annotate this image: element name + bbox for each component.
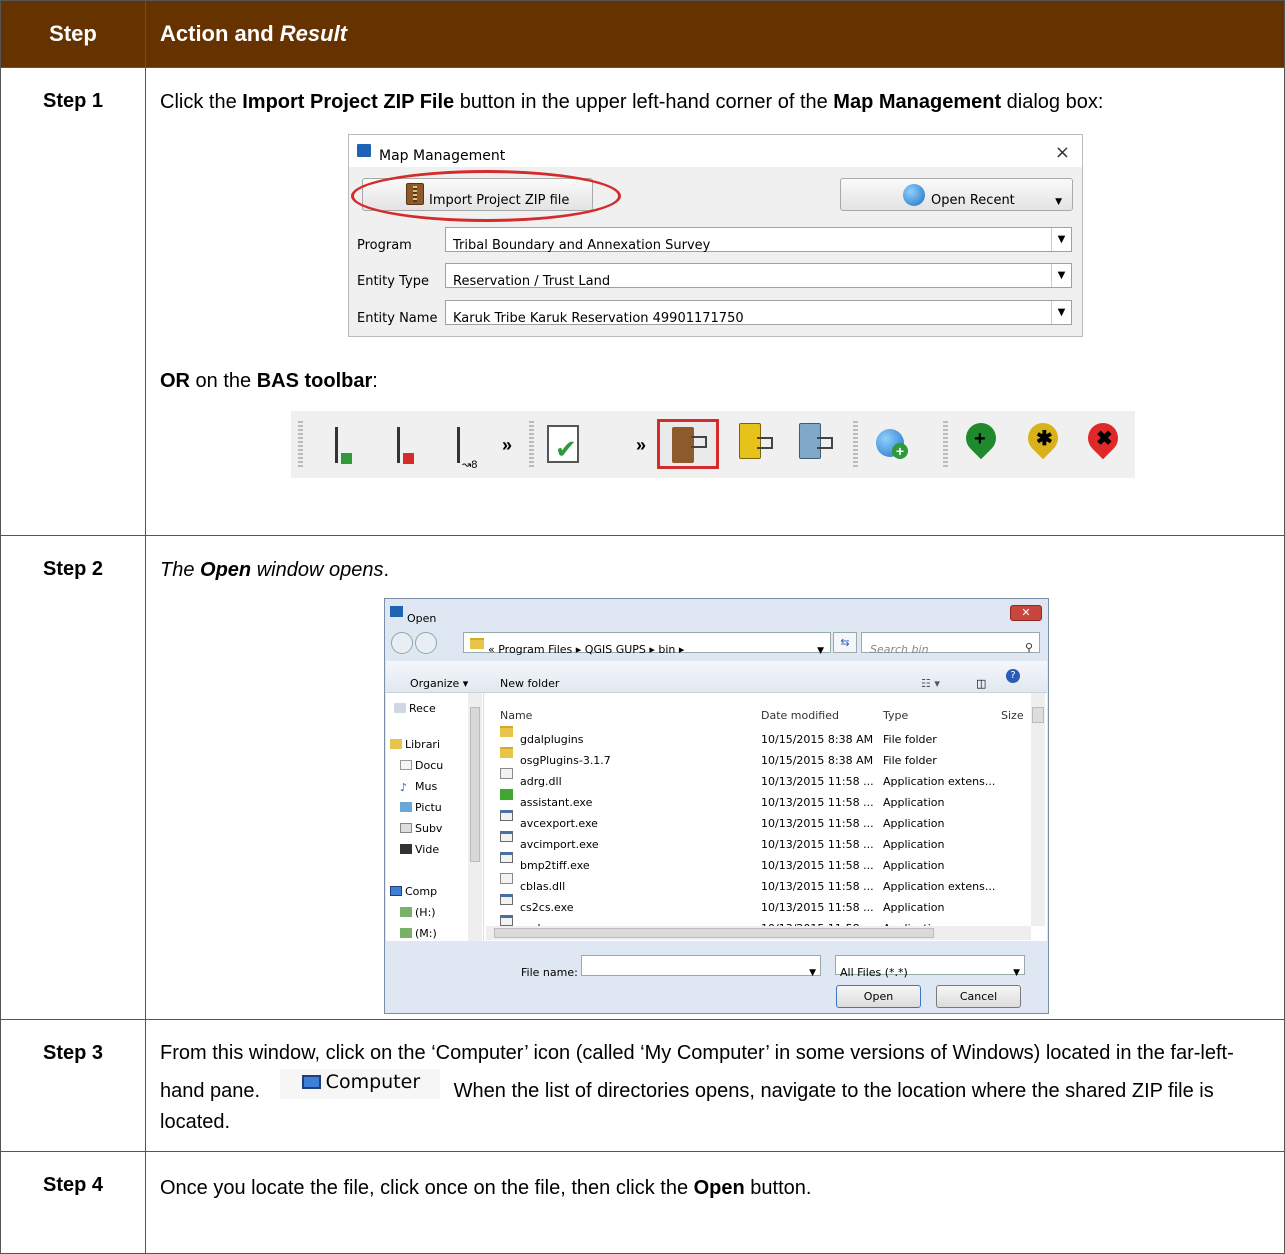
navigation-pane: Rece Librari Docu ♪ Mus Pictu Subv Vide C… <box>386 693 484 941</box>
step-2-content: The Open window opens. Open ✕ « Program … <box>145 535 1285 1020</box>
entity-type-select[interactable]: Reservation / Trust Land ▼ <box>445 263 1072 289</box>
globe-icon <box>903 184 925 206</box>
validate-check-icon[interactable]: ✔ <box>547 425 579 463</box>
step-4-row: Step 4 Once you locate the file, click o… <box>0 1151 1285 1254</box>
toolbar-grip[interactable] <box>943 421 948 467</box>
program-select[interactable]: Tribal Boundary and Annexation Survey ▼ <box>445 227 1072 253</box>
file-row[interactable]: adrg.dll 10/13/2015 11:58 ... Application … <box>500 765 1030 788</box>
step-1-content: Click the Import Project ZIP File button… <box>145 67 1285 536</box>
open-recent-button[interactable]: Open Recent ▼ <box>840 178 1073 211</box>
gups-app-icon <box>390 606 403 617</box>
refresh-icon[interactable]: ⇆ <box>833 632 857 653</box>
program-label: Program <box>357 238 412 253</box>
import-zip-toolbar-icon[interactable] <box>657 419 719 469</box>
file-row[interactable]: cblas.dll 10/13/2015 11:58 ... Application… <box>500 870 1030 893</box>
file-row[interactable]: cs2cs.exe 10/13/2015 11:58 ... Application <box>500 891 1030 914</box>
folder-file-icon <box>500 726 513 737</box>
or-toolbar-text: OR on the BAS toolbar: <box>160 370 378 392</box>
file-list-hscrollbar[interactable] <box>486 926 1031 940</box>
step-4-label: Step 4 <box>0 1151 146 1254</box>
exe-file-icon <box>500 852 513 863</box>
dll-file-icon <box>500 873 513 884</box>
close-icon[interactable]: × <box>1055 139 1070 167</box>
header-action: Action and Result <box>145 0 1285 68</box>
forward-arrow-icon[interactable] <box>415 632 437 654</box>
step-4-content: Once you locate the file, click once on … <box>145 1151 1285 1254</box>
chevron-down-icon: ▼ <box>809 968 816 978</box>
step-3-content: From this window, click on the ‘Computer… <box>145 1019 1285 1152</box>
back-arrow-icon[interactable] <box>391 632 413 654</box>
file-pane: Rece Librari Docu ♪ Mus Pictu Subv Vide C… <box>386 693 1047 941</box>
entity-name-label: Entity Name <box>357 311 438 326</box>
dialog-title: Map Management <box>379 148 506 164</box>
overflow-chevron-icon[interactable]: » <box>502 431 512 459</box>
step-3-label: Step 3 <box>0 1019 146 1152</box>
nav-item-recent[interactable]: Rece <box>394 695 476 723</box>
steps-table: Step Action and Result Step 1 Click the … <box>0 0 1285 1254</box>
map-management-dialog: Map Management × Import Project ZIP file… <box>348 134 1083 337</box>
entity-type-label: Entity Type <box>357 274 429 289</box>
file-row[interactable]: avcexport.exe 10/13/2015 11:58 ... Applica… <box>500 807 1030 830</box>
open-button[interactable]: Open <box>836 985 921 1008</box>
toolbar-grip[interactable] <box>853 421 858 467</box>
folder-icon <box>470 638 484 649</box>
dialog-titlebar: Map Management × <box>349 135 1082 167</box>
file-list-scrollbar[interactable] <box>1031 693 1045 926</box>
chevron-down-icon: ▼ <box>1051 301 1071 324</box>
step-2-text: The Open window opens. <box>160 559 390 581</box>
step-2-row: Step 2 The Open window opens. Open ✕ « P… <box>0 535 1285 1020</box>
toolbar-grip[interactable] <box>529 421 534 467</box>
window-title: Open <box>407 612 437 625</box>
help-icon[interactable]: ? <box>1006 669 1020 683</box>
file-name-input[interactable]: ▼ <box>581 955 821 978</box>
exe-file-icon <box>500 915 513 926</box>
file-row[interactable]: osgPlugins-3.1.7 10/15/2015 8:38 AM File f… <box>500 744 1030 767</box>
exe-file-icon <box>500 831 513 842</box>
bas-toolbar: ↝8 » ✔ » + + ✱ ✖ <box>291 411 1135 478</box>
overflow-chevron-icon[interactable]: » <box>636 431 646 459</box>
header-step: Step <box>0 0 146 68</box>
qt-file-icon <box>500 789 513 800</box>
cancel-button[interactable]: Cancel <box>936 985 1021 1008</box>
highlight-oval <box>351 170 621 222</box>
computer-icon: Computer <box>279 1069 440 1099</box>
entity-name-select[interactable]: Karuk Tribe Karuk Reservation 4990117175… <box>445 300 1072 326</box>
file-type-select[interactable]: All Files (*.*) ▼ <box>835 955 1025 979</box>
step-1-label: Step 1 <box>0 67 146 536</box>
file-row[interactable]: assistant.exe 10/13/2015 11:58 ... Applica… <box>500 786 1030 809</box>
step-1-text: Click the Import Project ZIP File button… <box>160 91 1104 113</box>
chevron-down-icon: ▼ <box>1055 197 1062 207</box>
exe-file-icon <box>500 810 513 821</box>
folder-file-icon <box>500 747 513 758</box>
dll-file-icon <box>500 768 513 779</box>
chevron-down-icon: ▼ <box>1013 968 1020 978</box>
step-3-row: Step 3 From this window, click on the ‘C… <box>0 1019 1285 1152</box>
file-row[interactable]: gdalplugins 10/15/2015 8:38 AM File folder <box>500 723 1030 746</box>
address-bar[interactable]: « Program Files ▸ QGIS GUPS ▸ bin ▸ ▼ <box>463 632 831 656</box>
gups-app-icon <box>357 144 371 157</box>
step-1-row: Step 1 Click the Import Project ZIP File… <box>0 67 1285 536</box>
step-2-label: Step 2 <box>0 535 146 1020</box>
chevron-down-icon: ▼ <box>1051 228 1071 251</box>
search-input[interactable]: Search bin ⚲ <box>861 632 1040 656</box>
exe-file-icon <box>500 894 513 905</box>
chevron-down-icon: ▼ <box>1051 264 1071 287</box>
open-file-window: Open ✕ « Program Files ▸ QGIS GUPS ▸ bin… <box>384 598 1049 1014</box>
file-row[interactable]: bmp2tiff.exe 10/13/2015 11:58 ... Applicat… <box>500 849 1030 872</box>
file-row[interactable]: avcimport.exe 10/13/2015 11:58 ... Applica… <box>500 828 1030 851</box>
file-name-label: File name: <box>521 966 578 979</box>
search-icon: ⚲ <box>1024 641 1033 654</box>
command-bar: Organize ▾ New folder ☷ ▾ ◫ ? <box>386 661 1047 693</box>
table-header-row: Step Action and Result <box>0 0 1285 68</box>
nav-scrollbar[interactable] <box>468 693 482 941</box>
close-button[interactable]: ✕ <box>1010 605 1042 621</box>
toolbar-grip[interactable] <box>298 421 303 467</box>
